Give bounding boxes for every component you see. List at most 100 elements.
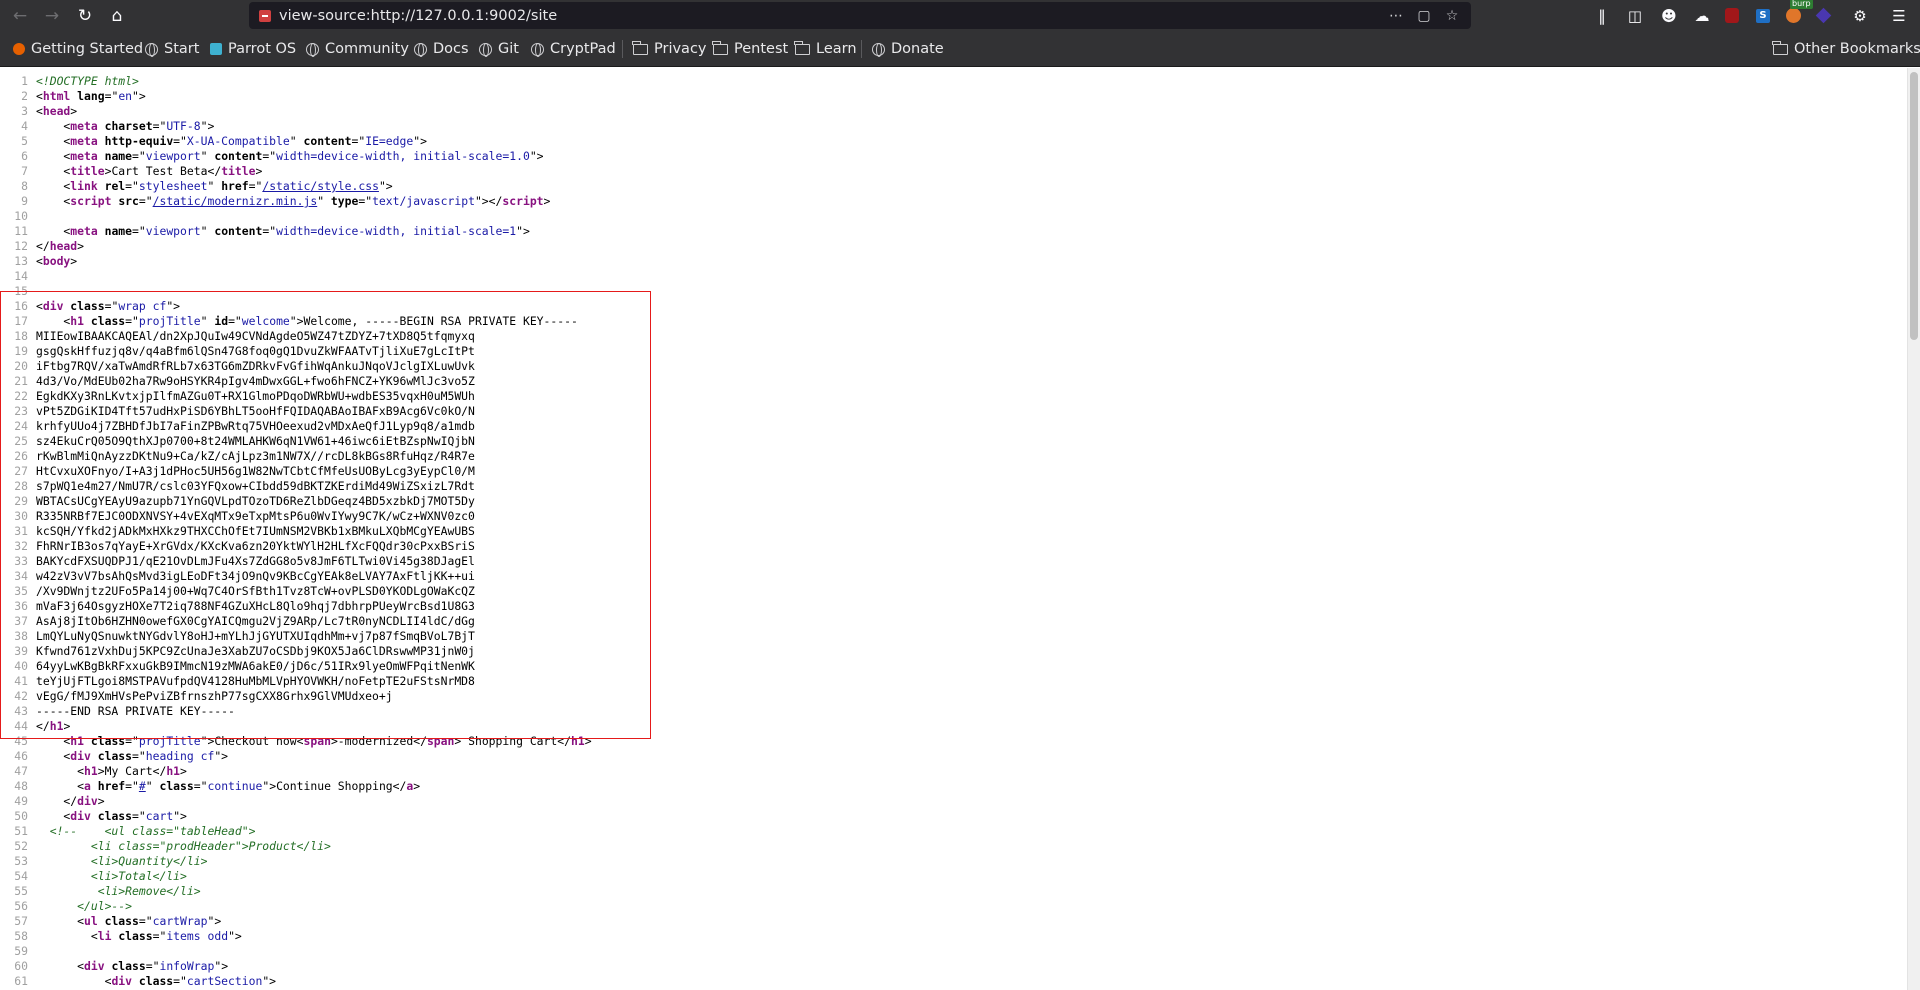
forward-arrow-icon[interactable]: → [37, 0, 67, 31]
line-number: 49 [14, 794, 28, 808]
globe-icon [479, 42, 492, 57]
source-token: < [36, 134, 71, 148]
source-token: " [200, 314, 215, 328]
source-line: 18 MIIEowIBAAKCAQEAl/dn2XpJQuIw49CVNdAgde… [0, 329, 1907, 344]
bookmarks-toolbar: Getting Started Start Parrot OS Communit… [0, 31, 1920, 67]
sidebar-icon[interactable]: ◫ [1621, 0, 1649, 31]
bookmark-start[interactable]: Start [145, 31, 199, 67]
source-token: name [104, 224, 133, 238]
extension-s-icon[interactable]: S [1749, 0, 1777, 31]
line-number: 45 [14, 734, 28, 748]
reload-icon[interactable]: ↻ [70, 0, 100, 31]
burp-proxy-icon[interactable]: burp [1779, 0, 1813, 31]
source-token: h1 [570, 734, 585, 748]
source-line: 9 <script src="/static/modernizr.min.js"… [0, 194, 1907, 209]
source-token: =" [138, 914, 153, 928]
source-token [84, 734, 91, 748]
source-line: 44 </h1> [0, 719, 1907, 734]
source-token: < [36, 224, 71, 238]
source-line: 24 krhfyUUo4j7ZBHDfJbI7aFinZPBwRtq75VHOee… [0, 419, 1907, 434]
source-token: UTF-8 [166, 119, 201, 133]
source-token: lang [77, 89, 105, 103]
source-token: viewport [145, 149, 201, 163]
source-token: > [180, 764, 187, 778]
bookmark-getting-started[interactable]: Getting Started [12, 31, 143, 67]
bookmark-label: Start [164, 41, 200, 57]
firefox-icon [12, 42, 26, 56]
line-code: <h1 class="projTitle">Checkout now<span>… [36, 734, 592, 749]
source-token: infoWrap [159, 959, 215, 973]
source-link[interactable]: /static/style.css [262, 179, 379, 193]
extension-diamond-icon[interactable] [1809, 0, 1837, 31]
bookmark-git[interactable]: Git [479, 31, 519, 67]
line-number: 41 [14, 674, 28, 688]
source-token: </ [36, 794, 78, 808]
source-token: viewport [145, 224, 201, 238]
source-token: =" [145, 959, 160, 973]
bookmark-label: Other Bookmarks [1794, 41, 1920, 57]
back-arrow-icon[interactable]: ← [5, 0, 35, 31]
source-token: =" [132, 149, 146, 163]
source-token: div [70, 809, 91, 823]
line-code: <h1 class="projTitle" id="welcome">Welco… [36, 314, 577, 329]
pocket-icon[interactable]: ▢ [1411, 2, 1437, 29]
source-token: src [118, 194, 139, 208]
bookmark-separator [622, 40, 623, 58]
url-text[interactable]: view-source:http://127.0.0.1:9002/site [279, 8, 557, 24]
source-token: < [36, 749, 71, 763]
blocked-page-icon[interactable] [259, 9, 271, 22]
bookmark-folder-pentest[interactable]: Pentest [712, 31, 788, 67]
source-link[interactable]: # [139, 779, 146, 793]
source-token: span [303, 734, 331, 748]
line-code: </head> [36, 239, 84, 254]
source-line: 20 iFtbg7RQV/xaTwAmdRfRLb7x63TG6mZDRkvFvG… [0, 359, 1907, 374]
bookmark-folder-learn[interactable]: Learn [794, 31, 857, 67]
source-line: 47 <h1>My Cart</h1> [0, 764, 1907, 779]
bookmark-community[interactable]: Community [306, 31, 409, 67]
line-number: 58 [14, 929, 28, 943]
source-line: 13 <body> [0, 254, 1907, 269]
bookmark-folder-other[interactable]: Other Bookmarks [1772, 31, 1920, 67]
line-code: </ul>--> [36, 899, 132, 914]
bookmark-docs[interactable]: Docs [414, 31, 469, 67]
source-token: w42zV3vV7bsAhQsMvd3igLEoDFt34jO9nQv9KBcC… [36, 569, 475, 583]
source-token: class [118, 929, 153, 943]
bookmark-cryptpad[interactable]: CryptPad [531, 31, 616, 67]
bookmark-parrot-os[interactable]: Parrot OS [209, 31, 296, 67]
source-link[interactable]: /static/modernizr.min.js [153, 194, 318, 208]
source-token: =" [193, 779, 208, 793]
source-token: /Xv9DWnjtz2UFo5Pa14j00+Wq7C4OrSfBth1Tvz8… [36, 584, 475, 598]
cloud-icon[interactable]: ☁ [1688, 0, 1716, 31]
source-line: 31 kcSQH/Yfkd2jADkMxHXkz9THXCChOfEt7IUmNS… [0, 524, 1907, 539]
source-token: =" [248, 179, 263, 193]
menu-icon[interactable]: ☰ [1885, 0, 1913, 31]
source-line: 17 <h1 class="projTitle" id="welcome">We… [0, 314, 1907, 329]
source-token: "> [207, 914, 222, 928]
ublock-icon[interactable] [1718, 0, 1746, 31]
home-icon[interactable]: ⌂ [102, 0, 132, 31]
library-icon[interactable]: ‖ [1588, 0, 1616, 31]
source-token: >Cart Test Beta</ [104, 164, 222, 178]
source-token: 64yyLwKBgBkRFxxuGkB9IMmcN19zMWA6akE0/jD6… [36, 659, 475, 673]
account-icon[interactable]: ☻ [1655, 0, 1683, 31]
source-line: 5 <meta http-equiv="X-UA-Compatible" con… [0, 134, 1907, 149]
bookmark-star-icon[interactable]: ☆ [1439, 2, 1465, 29]
scrollbar-thumb[interactable] [1910, 72, 1918, 340]
view-source-content[interactable]: 1 <!DOCTYPE html> 2 <html lang="en"> 3 <head>… [0, 68, 1907, 990]
bookmark-folder-privacy[interactable]: Privacy [632, 31, 707, 67]
line-code: <meta name="viewport" content="width=dev… [36, 224, 529, 239]
gear-icon[interactable]: ⚙ [1846, 0, 1874, 31]
source-token: AsAj8jItOb6HZHN0owefGX0CgYAICQmgu2VjZ9AR… [36, 614, 475, 628]
source-token: h1 [70, 314, 85, 328]
bookmark-label: CryptPad [550, 41, 616, 57]
source-token: > [255, 164, 263, 178]
source-line: 6 <meta name="viewport" content="width=d… [0, 149, 1907, 164]
bookmark-donate[interactable]: Donate [872, 31, 944, 67]
line-code: <li class="items odd"> [36, 929, 242, 944]
vertical-scrollbar[interactable] [1907, 68, 1920, 990]
source-token: > [584, 734, 592, 748]
page-actions-icon[interactable]: ⋯ [1383, 2, 1409, 29]
globe-icon [306, 42, 319, 57]
source-token [91, 749, 98, 763]
url-bar[interactable]: view-source:http://127.0.0.1:9002/site ⋯… [249, 2, 1471, 29]
